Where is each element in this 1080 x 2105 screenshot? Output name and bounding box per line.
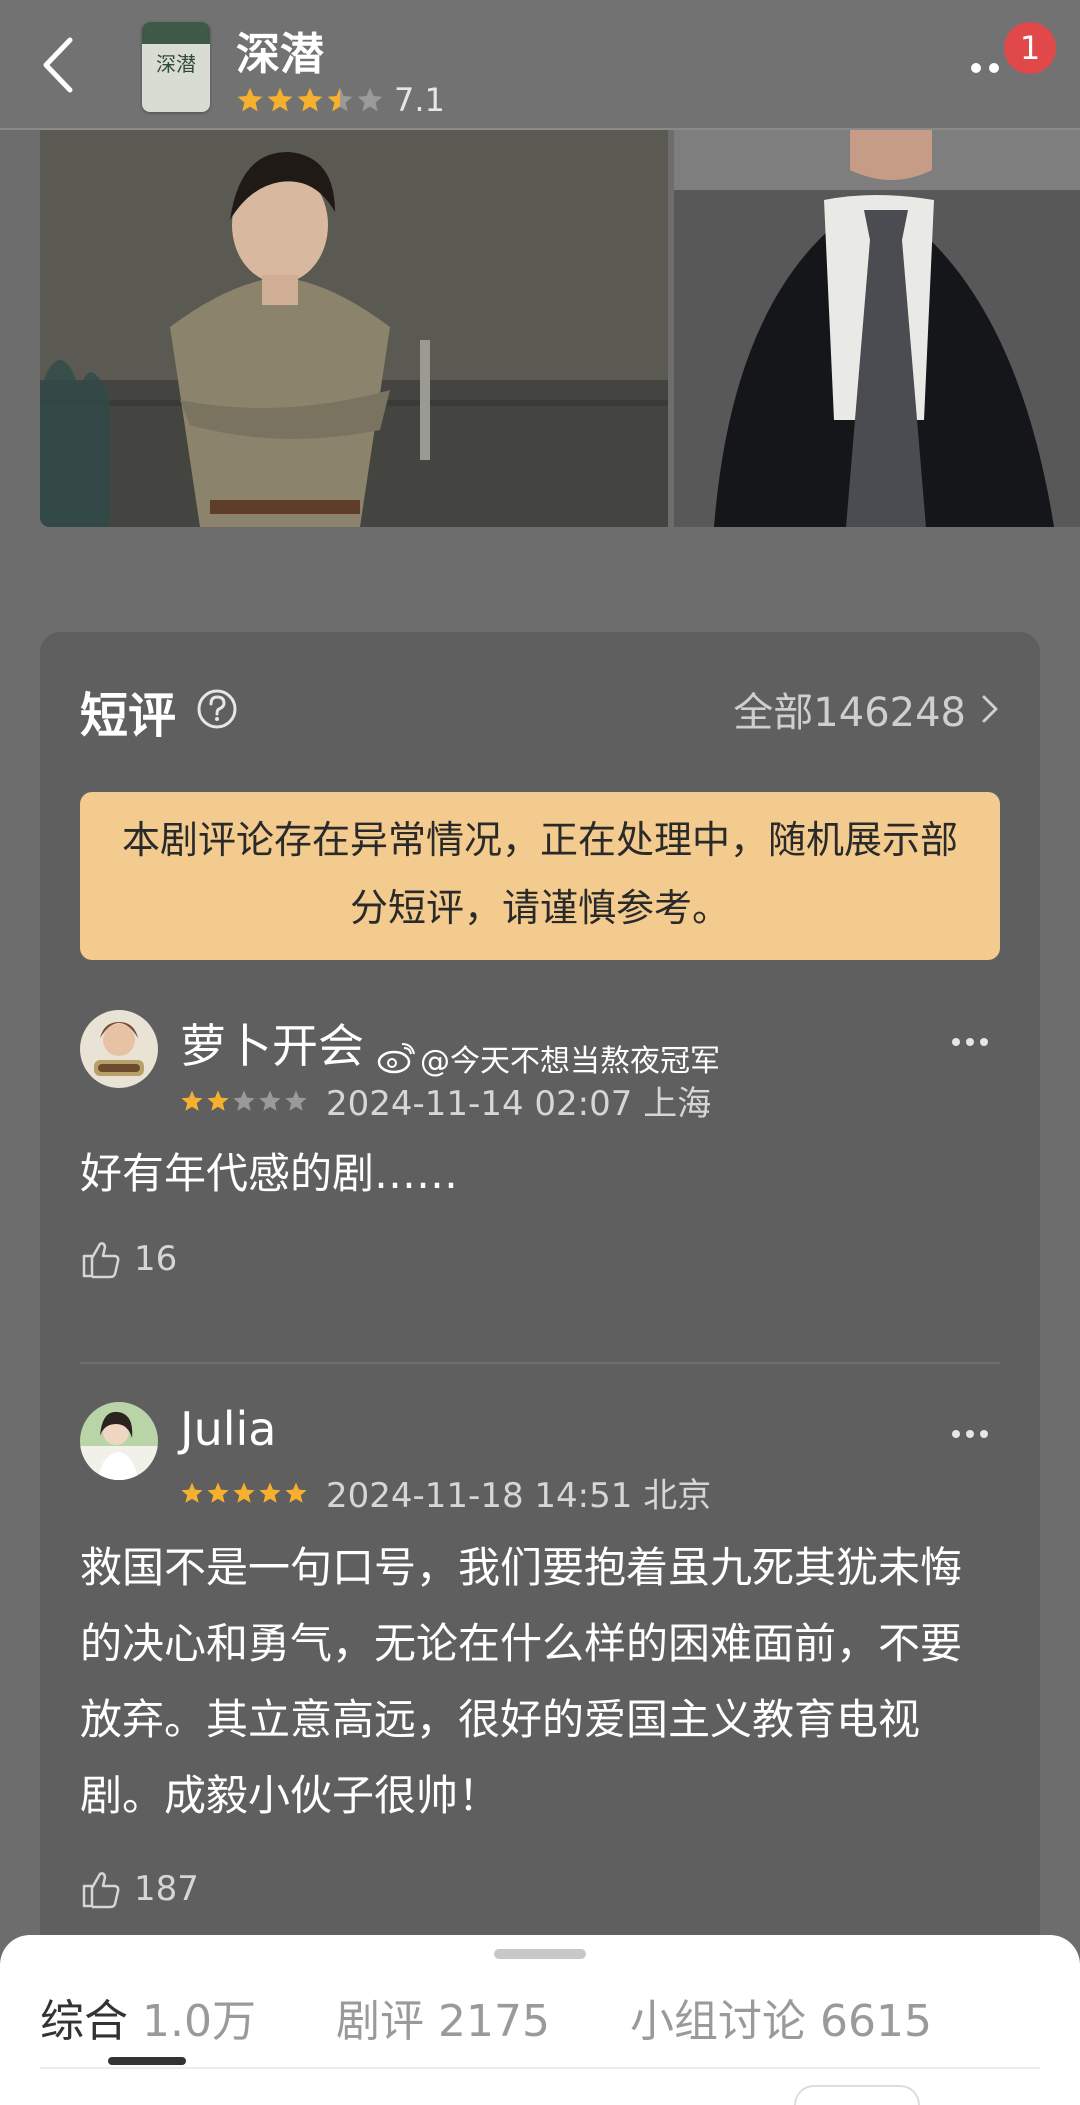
rating-stars <box>236 86 386 114</box>
chevron-right-icon <box>982 695 998 723</box>
tab-reviews[interactable]: 剧评 2175 <box>336 1985 550 2049</box>
show-poster-thumbnail[interactable]: 深潜 <box>142 22 210 112</box>
star-icon <box>327 87 353 112</box>
top-bar: 深潜 深潜 7.1 1 <box>0 0 1080 130</box>
star-icon <box>259 1482 281 1503</box>
short-reviews-card: 短评 全部146248 本剧评论存在异常情况，正在处理中，随机展示部分短评，请谨… <box>40 632 1040 2105</box>
review-more-icon[interactable] <box>950 1428 990 1440</box>
star-icon <box>267 87 293 112</box>
sheet-divider <box>40 2067 1040 2069</box>
tab-label: 综合 <box>40 1996 128 2047</box>
review-stars <box>180 1481 310 1505</box>
tab-overall[interactable]: 综合 1.0万 <box>40 1985 256 2049</box>
star-icon <box>237 87 263 112</box>
star-icon <box>233 1482 255 1503</box>
like-button[interactable]: 187 <box>80 1868 199 1910</box>
like-count: 187 <box>134 1869 199 1909</box>
reviewer-name[interactable]: Julia <box>180 1402 276 1456</box>
sheet-drag-handle[interactable] <box>494 1949 586 1959</box>
avatar[interactable] <box>80 1010 158 1088</box>
star-icon <box>181 1090 203 1111</box>
star-icon <box>357 87 383 112</box>
star-icon <box>285 1090 307 1111</box>
review-stars <box>180 1089 310 1113</box>
show-title: 深潜 <box>236 29 324 80</box>
active-tab-indicator <box>108 2057 186 2065</box>
all-reviews-label: 全部146248 <box>733 690 966 736</box>
review-more-icon[interactable] <box>950 1036 990 1048</box>
tab-count: 1.0万 <box>142 1996 256 2047</box>
star-icon <box>207 1090 229 1111</box>
tab-group-discussion[interactable]: 小组讨论 6615 <box>630 1985 932 2049</box>
review-item: Julia 2024-11-18 14:51 北京 救国不是一句口号，我们要抱着… <box>80 1402 1000 1922</box>
bottom-tabs: 综合 1.0万 剧评 2175 小组讨论 6615 <box>40 1985 1012 2049</box>
review-date: 2024-11-18 14:51 北京 <box>326 1476 712 1516</box>
review-meta: 2024-11-14 02:07 上海 <box>180 1076 711 1125</box>
watermark: @今天不想当熬夜冠军 <box>376 1036 720 1080</box>
thumbs-up-icon <box>82 1872 120 1909</box>
star-icon <box>259 1090 281 1111</box>
notification-badge[interactable]: 1 <box>1004 22 1056 74</box>
short-reviews-title: 短评 <box>80 688 177 744</box>
still-photo-suit[interactable] <box>674 130 1080 527</box>
back-arrow-icon[interactable] <box>28 30 88 100</box>
bottom-tab-sheet: 综合 1.0万 剧评 2175 小组讨论 6615 <box>0 1935 1080 2105</box>
watermark-text: @今天不想当熬夜冠军 <box>420 1044 720 1079</box>
star-icon <box>233 1090 255 1111</box>
sheet-filter-pill[interactable] <box>794 2085 920 2105</box>
star-icon <box>297 87 323 112</box>
like-count: 16 <box>134 1239 178 1279</box>
review-meta: 2024-11-18 14:51 北京 <box>180 1468 711 1517</box>
poster-logo-text: 深潜 <box>156 52 196 76</box>
tab-count: 2175 <box>437 1996 550 2047</box>
star-icon <box>207 1482 229 1503</box>
tab-label: 小组讨论 <box>629 1996 806 2047</box>
review-date: 2024-11-14 02:07 上海 <box>326 1084 712 1124</box>
tab-count: 6615 <box>819 1996 932 2047</box>
star-icon <box>181 1482 203 1503</box>
star-icon <box>285 1482 307 1503</box>
thumbs-up-icon <box>82 1242 120 1279</box>
tab-label: 剧评 <box>335 1996 424 2047</box>
weibo-icon <box>377 1043 415 1074</box>
reviewer-name[interactable]: 萝卜开会 <box>180 1010 364 1076</box>
review-divider <box>80 1362 1000 1364</box>
rating-score: 7.1 <box>394 81 445 119</box>
all-reviews-link[interactable]: 全部146248 <box>733 680 1000 738</box>
page: 深潜 深潜 7.1 1 短评 全部146248 本剧评论存在异常情况，正在处理中… <box>0 0 1080 2105</box>
review-warning-notice: 本剧评论存在异常情况，正在处理中，随机展示部分短评，请谨慎参考。 <box>80 792 1000 960</box>
still-photo-khaki-uniform[interactable] <box>40 130 668 527</box>
review-text: 好有年代感的剧…… <box>80 1149 459 1198</box>
like-button[interactable]: 16 <box>80 1238 177 1280</box>
show-rating: 7.1 <box>236 80 445 120</box>
help-icon[interactable] <box>196 688 238 730</box>
avatar[interactable] <box>80 1402 158 1480</box>
review-text: 救国不是一句口号，我们要抱着虽九死其犹未悔的决心和勇气，无论在什么样的困难面前，… <box>80 1543 963 1820</box>
